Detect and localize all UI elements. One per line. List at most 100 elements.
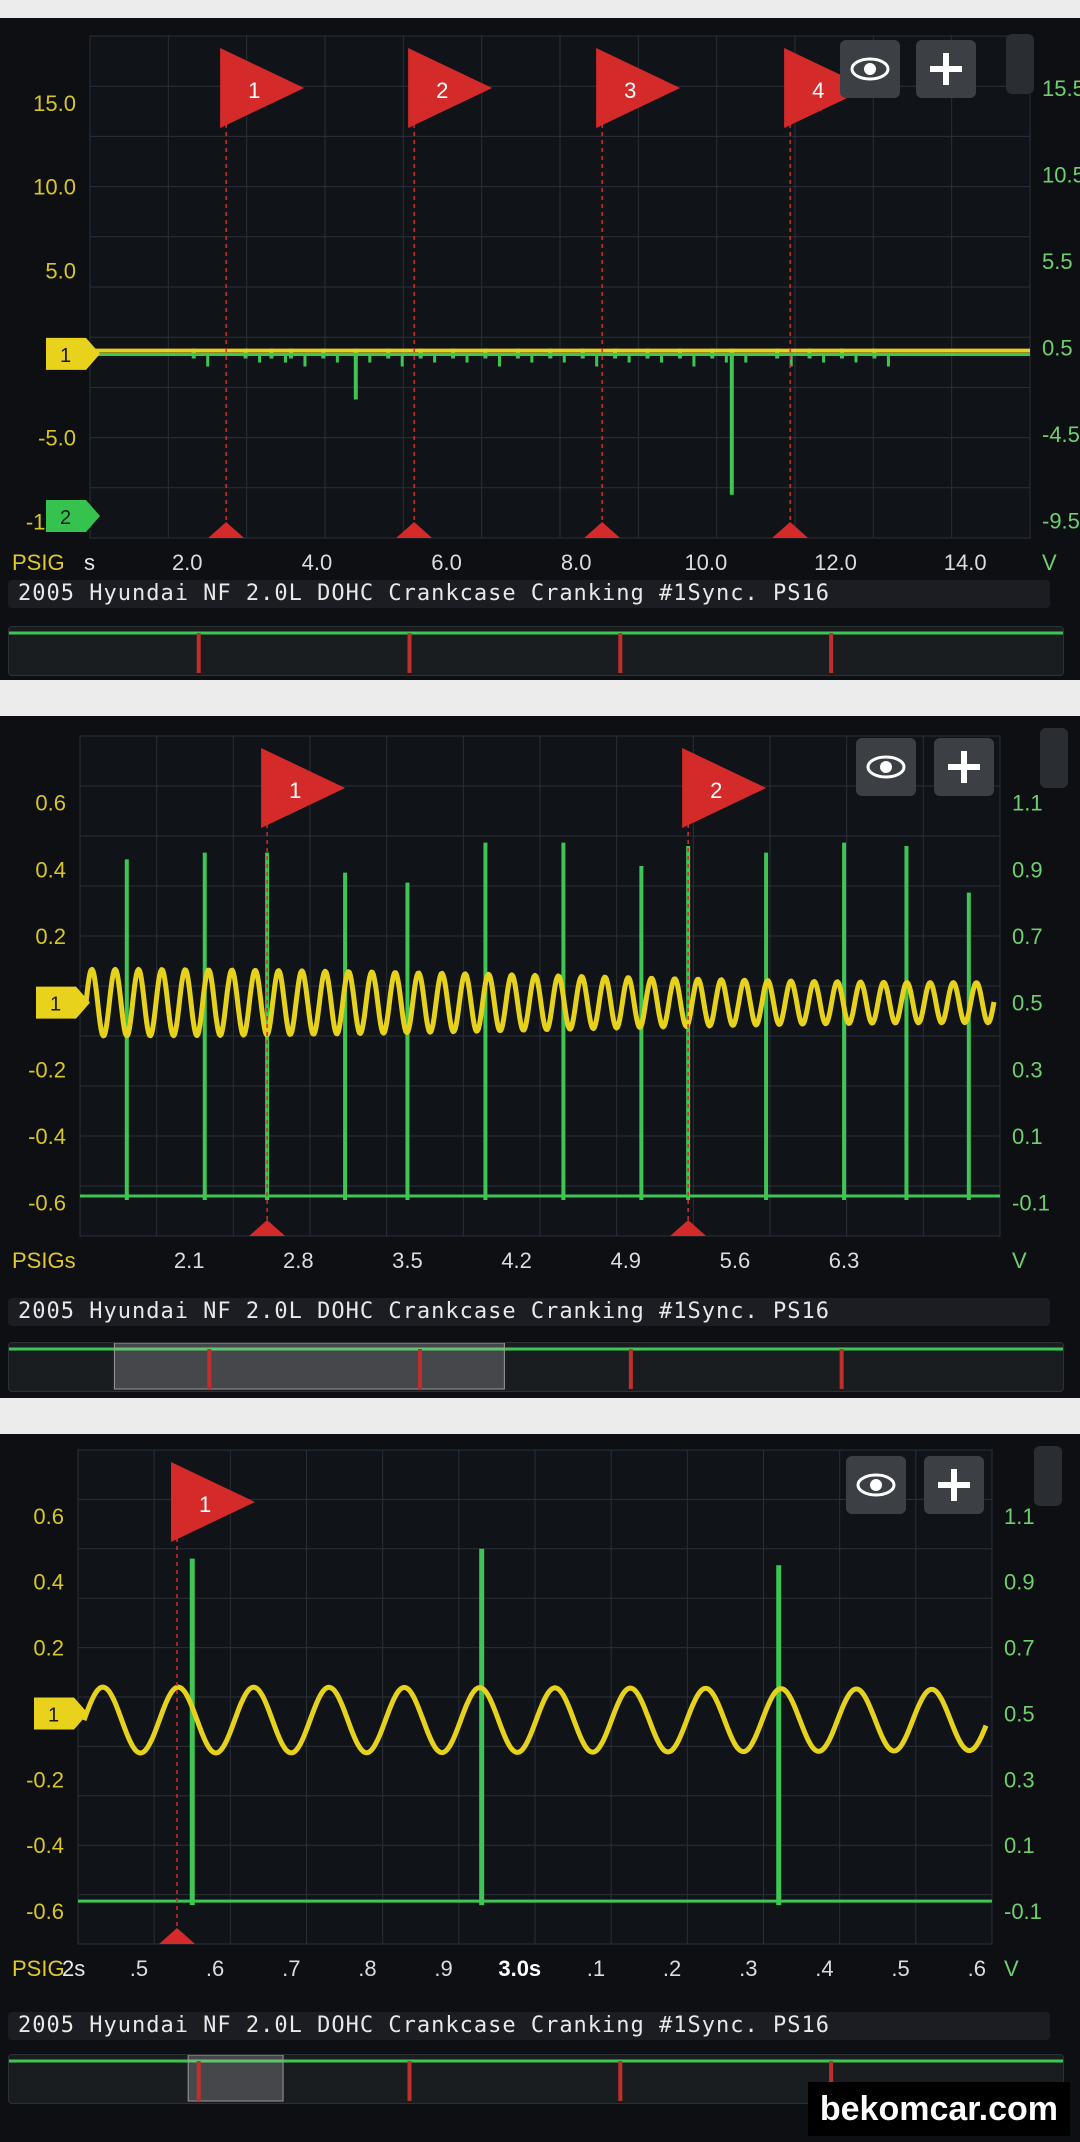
scope-panel-1: 15.010.05.00-5.0-10.015.510.55.50.5-4.5-…	[0, 18, 1080, 680]
right-unit-label: V	[1042, 550, 1057, 575]
channel-tag-label: 1	[48, 1704, 59, 1726]
x-axis-tick-label: .6	[968, 1956, 986, 1981]
cursor-flag-number: 2	[436, 78, 448, 103]
right-axis-tick-label: -4.5	[1042, 422, 1080, 447]
x-axis-tick-label: 4.9	[610, 1248, 641, 1273]
channel-tag-label: 1	[60, 345, 71, 367]
chart-2[interactable]: 0.60.40.20-0.2-0.4-0.61.10.90.70.50.30.1…	[0, 716, 1080, 1296]
eye-icon	[856, 1473, 896, 1497]
timeline-2-graphic	[9, 1343, 1063, 1390]
left-axis-tick-label: 0.4	[33, 1570, 64, 1595]
right-axis-tick-label: -0.1	[1004, 1899, 1042, 1924]
x-axis-tick-label: 2.0	[172, 550, 203, 575]
eye-icon	[850, 57, 890, 81]
cursor-flag-number: 2	[710, 778, 722, 803]
x-start-label: 2s	[62, 1956, 85, 1981]
plus-icon	[930, 53, 962, 85]
eye-button-1[interactable]	[840, 40, 900, 98]
x-axis-tick-label: 2.8	[283, 1248, 314, 1273]
cursor-flag-number: 3	[624, 78, 636, 103]
x-axis-tick-label: 2.1	[174, 1248, 205, 1273]
left-axis-tick-label: -0.2	[28, 1057, 66, 1082]
x-axis-tick-label: 8.0	[561, 550, 592, 575]
x-axis-tick-label: 4.2	[501, 1248, 532, 1273]
right-axis-tick-label: 10.5	[1042, 162, 1080, 187]
x-axis-tick-label: 3.5	[392, 1248, 423, 1273]
x-unit-label: s	[84, 550, 95, 575]
x-axis-tick-label: .7	[282, 1956, 300, 1981]
right-axis-tick-label: 0.3	[1004, 1767, 1035, 1792]
x-axis-tick-label: .5	[891, 1956, 909, 1981]
x-axis-tick-label: .8	[358, 1956, 376, 1981]
add-button-3[interactable]	[924, 1456, 984, 1514]
left-unit-label: PSIG	[12, 550, 65, 575]
right-axis-tick-label: -9.5	[1042, 509, 1080, 534]
x-axis-tick-label: 6.3	[829, 1248, 860, 1273]
add-button-2[interactable]	[934, 738, 994, 796]
side-handle-3[interactable]	[1034, 1446, 1062, 1506]
x-axis-tick-label: 5.6	[720, 1248, 751, 1273]
right-axis-tick-label: 0.1	[1004, 1833, 1035, 1858]
plus-icon	[938, 1469, 970, 1501]
x-axis-tick-label: .3	[739, 1956, 757, 1981]
right-axis-tick-label: 0.9	[1004, 1570, 1035, 1595]
right-axis-tick-label: 15.5	[1042, 76, 1080, 101]
x-axis-tick-label: 3.0s	[498, 1956, 541, 1981]
left-axis-tick-label: 0.2	[35, 924, 66, 949]
timeline-window[interactable]	[187, 2055, 284, 2102]
left-axis-tick-label: 0.6	[35, 791, 66, 816]
left-axis-tick-label: 10.0	[33, 175, 76, 200]
cursor-flag-number: 1	[248, 78, 260, 103]
eye-icon	[866, 755, 906, 779]
right-axis-tick-label: 0.5	[1012, 991, 1043, 1016]
cursor-flag-number: 4	[812, 78, 824, 103]
left-axis-tick-label: -0.2	[26, 1767, 64, 1792]
x-axis-tick-label: 4.0	[302, 550, 333, 575]
x-axis-tick-label: .2	[663, 1956, 681, 1981]
x-axis-tick-label: .6	[206, 1956, 224, 1981]
x-axis-tick-label: .4	[815, 1956, 833, 1981]
left-axis-tick-label: -0.6	[28, 1191, 66, 1216]
eye-button-2[interactable]	[856, 738, 916, 796]
left-axis-tick-label: 0.2	[33, 1636, 64, 1661]
right-axis-tick-label: 0.5	[1042, 336, 1073, 361]
timeline-window[interactable]	[113, 1343, 505, 1390]
x-axis-tick-label: 12.0	[814, 550, 857, 575]
timeline-2[interactable]	[8, 1342, 1064, 1392]
capture-title-3: 2005 Hyundai NF 2.0L DOHC Crankcase Cran…	[8, 2012, 1050, 2040]
side-handle-2[interactable]	[1040, 728, 1068, 788]
right-axis-tick-label: 0.9	[1012, 857, 1043, 882]
watermark: bekomcar.com	[807, 2082, 1070, 2136]
x-axis-tick-label: 6.0	[431, 550, 462, 575]
scope-panel-3: 0.60.40.20-0.2-0.4-0.61.10.90.70.50.30.1…	[0, 1434, 1080, 2142]
right-axis-tick-label: 0.7	[1004, 1636, 1035, 1661]
left-unit-label: PSIGs	[12, 1248, 76, 1273]
add-button-1[interactable]	[916, 40, 976, 98]
scope-panel-2: 0.60.40.20-0.2-0.4-0.61.10.90.70.50.30.1…	[0, 716, 1080, 1398]
right-axis-tick-label: 0.7	[1012, 924, 1043, 949]
chart-3[interactable]: 0.60.40.20-0.2-0.4-0.61.10.90.70.50.30.1…	[0, 1434, 1080, 2014]
side-handle-1[interactable]	[1006, 34, 1034, 94]
left-axis-tick-label: -0.4	[28, 1124, 66, 1149]
left-axis-tick-label: 5.0	[45, 258, 76, 283]
left-axis-tick-label: 0.6	[33, 1504, 64, 1529]
right-unit-label: V	[1012, 1248, 1027, 1273]
right-axis-tick-label: 0.3	[1012, 1057, 1043, 1082]
left-axis-tick-label: 15.0	[33, 91, 76, 116]
left-axis-tick-label: -0.4	[26, 1833, 64, 1858]
right-axis-tick-label: 1.1	[1004, 1504, 1035, 1529]
chart-1[interactable]: 15.010.05.00-5.0-10.015.510.55.50.5-4.5-…	[0, 18, 1080, 578]
right-axis-tick-label: 0.5	[1004, 1701, 1035, 1726]
left-axis-tick-label: -5.0	[38, 426, 76, 451]
right-axis-tick-label: -0.1	[1012, 1191, 1050, 1216]
cursor-flag-number: 1	[289, 778, 301, 803]
plus-icon	[948, 751, 980, 783]
x-axis-tick-label: .1	[587, 1956, 605, 1981]
left-axis-tick-label: 0.4	[35, 857, 66, 882]
left-axis-tick-label: -0.6	[26, 1899, 64, 1924]
eye-button-3[interactable]	[846, 1456, 906, 1514]
timeline-1[interactable]	[8, 626, 1064, 676]
right-axis-tick-label: 0.1	[1012, 1124, 1043, 1149]
x-axis-tick-label: .5	[130, 1956, 148, 1981]
cursor-flag-number: 1	[199, 1492, 211, 1517]
